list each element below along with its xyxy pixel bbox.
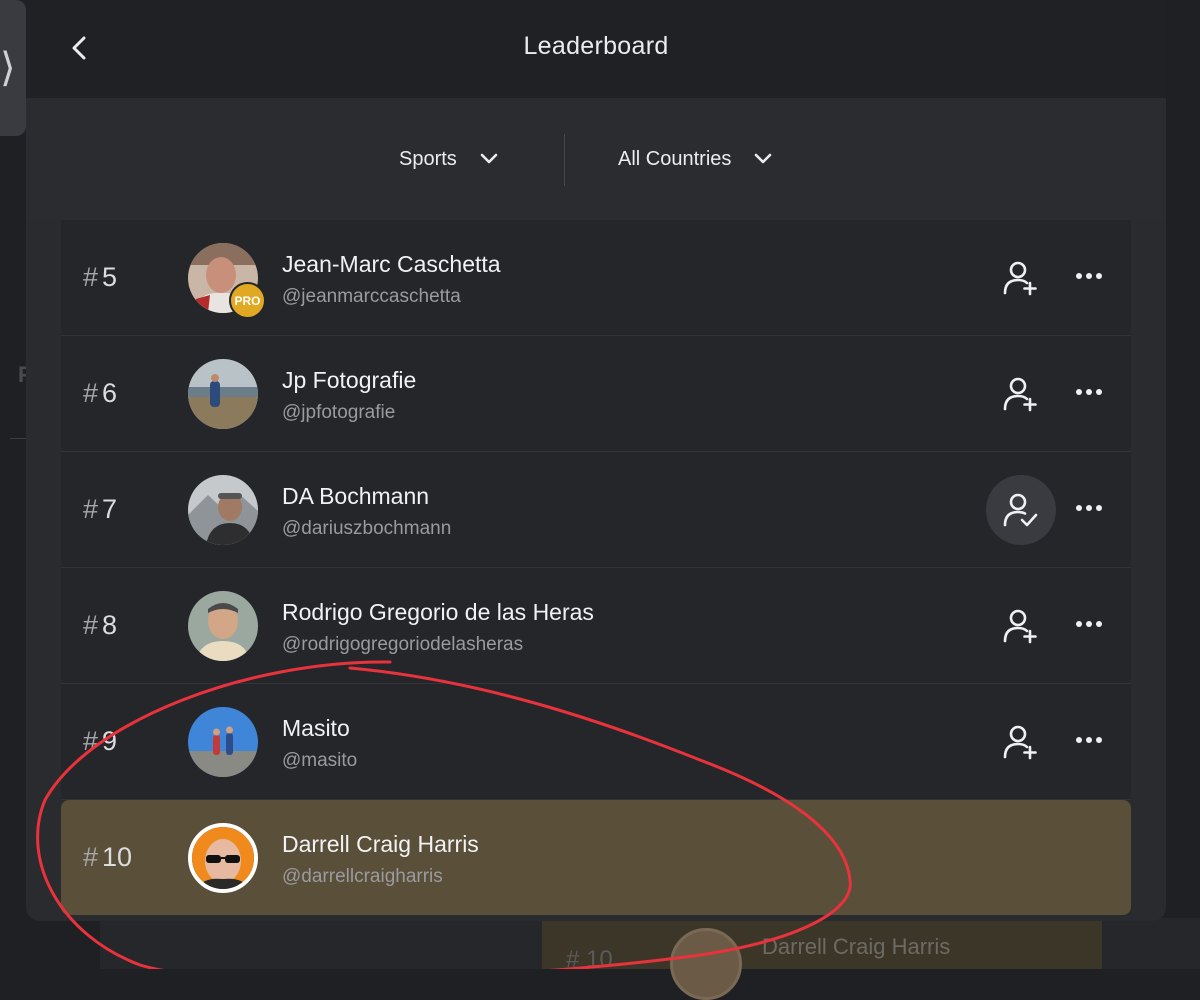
chevron-down-icon: [480, 153, 498, 164]
country-dropdown-label: All Countries: [618, 147, 732, 170]
user-name[interactable]: Jean-Marc Caschetta: [282, 251, 501, 278]
background-divider: [10, 438, 26, 439]
filter-bar: Sports All Countries: [26, 98, 1166, 220]
leaderboard-row[interactable]: #5 PRO Jean-Marc Caschetta @jeanmarccasc…: [61, 220, 1131, 336]
user-handle: @jeanmarccaschetta: [282, 286, 461, 307]
user-name[interactable]: Jp Fotografie: [282, 367, 416, 394]
pro-badge: PRO: [229, 282, 266, 319]
more-icon: [1076, 737, 1102, 743]
background-avatar: [670, 928, 742, 1000]
country-dropdown[interactable]: All Countries: [618, 142, 773, 176]
avatar[interactable]: [188, 823, 258, 893]
filter-divider: [564, 134, 565, 186]
user-check-icon: [1003, 493, 1038, 527]
leaderboard-list: #5 PRO Jean-Marc Caschetta @jeanmarccasc…: [61, 220, 1131, 921]
more-options-button[interactable]: [1073, 376, 1105, 408]
leaderboard-row[interactable]: #6 Jp Fotografie @jpfotografie: [61, 336, 1131, 452]
more-icon: [1076, 505, 1102, 511]
rank-label: #8: [83, 610, 118, 640]
avatar[interactable]: [188, 359, 258, 429]
modal-header: Leaderboard: [26, 0, 1166, 98]
more-options-button[interactable]: [1073, 492, 1105, 524]
more-options-button[interactable]: [1073, 724, 1105, 756]
user-name[interactable]: DA Bochmann: [282, 483, 429, 510]
follow-button[interactable]: [986, 243, 1056, 313]
leaderboard-row[interactable]: #8 Rodrigo Gregorio de las Heras @rodrig…: [61, 568, 1131, 684]
more-icon: [1076, 389, 1102, 395]
user-name[interactable]: Darrell Craig Harris: [282, 831, 479, 858]
user-handle: @darrellcraigharris: [282, 866, 443, 887]
user-handle: @rodrigogregoriodelasheras: [282, 634, 524, 655]
more-icon: [1076, 621, 1102, 627]
avatar[interactable]: [188, 475, 258, 545]
more-options-button[interactable]: [1073, 260, 1105, 292]
user-handle: @jpfotografie: [282, 402, 396, 423]
add-user-icon: [1003, 377, 1037, 412]
sidebar-toggle[interactable]: ⟩: [0, 0, 26, 136]
add-user-icon: [1003, 725, 1037, 760]
chevron-right-icon: ⟩: [0, 45, 16, 91]
user-handle: @dariuszbochmann: [282, 518, 452, 539]
user-name[interactable]: Masito: [282, 715, 350, 742]
background-rank: # 10: [566, 946, 613, 973]
more-icon: [1076, 273, 1102, 279]
leaderboard-modal: Leaderboard Sports All Countries #5 PRO …: [26, 0, 1166, 921]
following-button[interactable]: [986, 475, 1056, 545]
follow-button[interactable]: [986, 707, 1056, 777]
leaderboard-row[interactable]: #7 DA Bochmann @dariuszbochmann: [61, 452, 1131, 568]
chevron-down-icon: [755, 153, 772, 164]
user-handle: @masito: [282, 750, 358, 771]
leaderboard-row[interactable]: #9 Masito @masito: [61, 684, 1131, 800]
category-dropdown[interactable]: Sports: [399, 142, 499, 176]
add-user-icon: [1003, 261, 1037, 296]
page-title: Leaderboard: [523, 32, 669, 60]
add-user-icon: [1003, 609, 1037, 644]
avatar[interactable]: [188, 707, 258, 777]
current-user-row[interactable]: #10 Darrell Craig Harris @darrellcraigha…: [61, 800, 1131, 915]
rank-label: #6: [83, 378, 118, 408]
background-current-user-row: # 10 Darrell Craig Harris: [100, 918, 1200, 1000]
avatar[interactable]: [188, 591, 258, 661]
background-name: Darrell Craig Harris: [762, 934, 951, 959]
follow-button[interactable]: [986, 591, 1056, 661]
user-name[interactable]: Rodrigo Gregorio de las Heras: [282, 599, 594, 626]
follow-button[interactable]: [986, 359, 1056, 429]
rank-label: #9: [83, 726, 118, 756]
rank-label: #7: [83, 494, 118, 524]
category-dropdown-label: Sports: [399, 147, 457, 170]
rank-label: #5: [83, 262, 118, 292]
rank-label: #10: [83, 842, 133, 872]
more-options-button[interactable]: [1073, 608, 1105, 640]
